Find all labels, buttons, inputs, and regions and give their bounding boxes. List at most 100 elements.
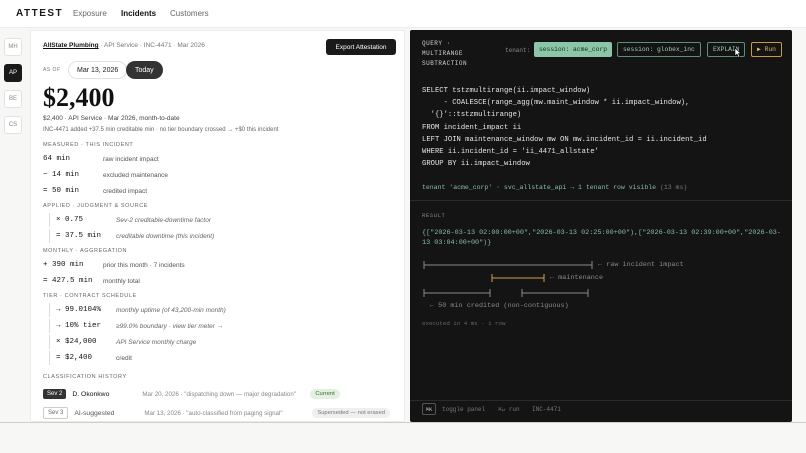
credit-amount: $2,400 — [43, 83, 115, 112]
tenant-chip-acme[interactable]: session: acme_corp — [534, 42, 613, 57]
toggle-panel-hint: toggle panel — [442, 406, 486, 413]
credited-bar-1 — [423, 289, 491, 297]
frame-divider — [0, 422, 806, 423]
query-console: QUERY · MULTIRANGE SUBTRACTION tenant: s… — [410, 30, 792, 422]
breadcrumb: AllState Plumbing · API Service · INC-44… — [43, 42, 205, 49]
export-attestation-button[interactable]: Export Attestation — [326, 39, 396, 55]
credited-label: ← 50 min credited (non-contiguous) — [430, 302, 569, 310]
classifier-name: AI-suggested — [74, 409, 115, 417]
classification-note: Mar 20, 2026 · "dispatching down — major… — [142, 390, 297, 398]
rail-item-cs[interactable]: CS — [4, 116, 22, 134]
section-tier-title: TIER · CONTRACT SCHEDULE — [43, 293, 137, 299]
monthly-row: = 427.5 min monthly total — [43, 274, 398, 288]
severity-badge: Sev 2 — [43, 389, 67, 399]
row-value: → 10% tier — [56, 322, 102, 330]
row-desc: prior this month · 7 incidents — [103, 261, 185, 269]
row-value: − 14 min — [43, 171, 80, 179]
row-value: + 390 min — [43, 261, 84, 269]
brand-logo[interactable]: ATTEST — [16, 8, 63, 19]
nav-customers[interactable]: Customers — [170, 9, 209, 18]
row-value: → 99.0104% — [56, 306, 102, 314]
sql-line: WHERE ii.incident_id = 'ii_4471_allstate… — [422, 148, 599, 157]
sql-line: SELECT tstzmultirange(ii.impact_window) — [422, 87, 591, 95]
tenant-label: tenant: — [505, 47, 531, 54]
row-desc: API Service monthly charge — [116, 338, 197, 346]
rail-item-ap[interactable]: AP — [4, 64, 22, 82]
applied-row: × 0.75 Sev-2 creditable-downtime factor — [49, 213, 398, 227]
measured-row: − 14 min excluded maintenance — [43, 168, 398, 182]
maintenance-bar — [491, 274, 545, 282]
incident-delta-note: INC-4471 added +37.5 min creditable min … — [43, 127, 279, 133]
sql-line: FROM incident_impact ii — [422, 123, 522, 132]
classification-note: Mar 13, 2026 · "auto-classified from pag… — [144, 409, 283, 417]
sql-line: - COALESCE(range_agg(mw.maint_window * i… — [422, 99, 690, 108]
query-meta: tenant 'acme_corp' · svc_allstate_api → … — [422, 184, 687, 191]
run-button[interactable]: ▶ Run — [751, 42, 782, 57]
sql-line: '{}'::tstzmultirange) — [422, 111, 522, 120]
as-of-date-picker[interactable]: Mar 13, 2026 — [68, 61, 128, 79]
credit-summary: $2,400 · API Service · Mar 2026, month-t… — [43, 115, 180, 122]
raw-impact-bar — [423, 261, 593, 269]
nav-incidents[interactable]: Incidents — [121, 9, 156, 18]
row-desc: credit — [116, 354, 132, 362]
result-value: {["2026-03-13 02:00:00+00","2026-03-13 0… — [422, 229, 781, 247]
tier-row[interactable]: → 10% tier ≥99.0% boundary · view tier m… — [49, 319, 398, 333]
row-value: 64 min — [43, 155, 71, 163]
nav-exposure[interactable]: Exposure — [73, 9, 107, 18]
customer-rail: MH AP BE CS — [4, 38, 22, 142]
monthly-row: + 390 min prior this month · 7 incidents — [43, 258, 398, 272]
query-title: QUERY · MULTIRANGE SUBTRACTION — [422, 40, 468, 67]
measured-row: = 50 min credited impact — [43, 184, 398, 198]
result-label: RESULT — [422, 212, 446, 219]
rail-item-be[interactable]: BE — [4, 90, 22, 108]
tier-meter-link[interactable]: ≥99.0% boundary · view tier meter → — [116, 323, 223, 330]
tier-row: → 99.0104% monthly uptime (of 43,200-min… — [49, 303, 398, 317]
row-value: = 427.5 min — [43, 277, 93, 285]
sql-line: GROUP BY ii.impact_window — [422, 160, 530, 169]
query-time: (13 ms) — [659, 184, 688, 191]
tenant-visibility: tenant 'acme_corp' · svc_allstate_api → … — [422, 184, 657, 191]
applied-row: = 37.5 min creditable downtime (this inc… — [49, 229, 398, 243]
today-button[interactable]: Today — [126, 61, 163, 79]
row-desc: creditable downtime (this incident) — [116, 232, 215, 240]
row-value: × $24,000 — [56, 338, 97, 346]
rail-item-mh[interactable]: MH — [4, 38, 22, 56]
classifier-name: D. Okonkwo — [72, 390, 110, 398]
status-badge: Superseded — not erased — [312, 408, 391, 418]
execution-stats: executed in 4 ms · 1 row — [422, 320, 506, 327]
row-value: = $2,400 — [56, 354, 93, 362]
row-desc: credited impact — [103, 187, 148, 195]
customer-link[interactable]: AllState Plumbing — [43, 42, 99, 49]
shortcut-key[interactable]: ⌘K — [422, 403, 436, 415]
top-nav: ATTEST Exposure Incidents Customers — [0, 0, 806, 28]
breadcrumb-rest: · API Service · INC-4471 · Mar 2026 — [100, 42, 205, 49]
row-desc: raw incident impact — [103, 155, 159, 163]
section-history-title: CLASSIFICATION HISTORY — [43, 374, 127, 380]
row-value: = 50 min — [43, 187, 80, 195]
raw-impact-label: ← raw incident impact — [598, 261, 684, 269]
sql-editor[interactable]: SELECT tstzmultirange(ii.impact_window) … — [422, 85, 707, 170]
mouse-cursor-icon — [734, 48, 742, 58]
credited-bar-2 — [521, 289, 589, 297]
severity-badge: Sev 3 — [43, 407, 69, 419]
section-measured-title: MEASURED · THIS INCIDENT — [43, 142, 134, 148]
tier-row: = $2,400 credit — [49, 351, 398, 365]
sql-line: LEFT JOIN maintenance_window mw ON mw.in… — [422, 135, 707, 144]
history-row[interactable]: Sev 3 AI-suggested Mar 13, 2026 · "auto-… — [43, 406, 398, 420]
tier-row: × $24,000 API Service monthly charge — [49, 335, 398, 349]
history-row[interactable]: Sev 2 D. Okonkwo Mar 20, 2026 · "dispatc… — [43, 387, 398, 401]
section-monthly-title: MONTHLY · AGGREGATION — [43, 248, 128, 254]
maintenance-label: ← maintenance — [550, 274, 604, 282]
incident-id-hint: INC-4471 — [532, 406, 561, 413]
as-of-label: AS OF — [43, 67, 61, 73]
tenant-chip-globex[interactable]: session: globex_inc — [617, 42, 701, 57]
row-desc: monthly uptime (of 43,200-min month) — [116, 306, 226, 314]
row-value: = 37.5 min — [56, 232, 102, 240]
run-hint: ⌘↵ run — [498, 406, 520, 413]
console-divider — [410, 200, 792, 201]
row-desc: Sev-2 creditable-downtime factor — [116, 216, 212, 224]
measured-row: 64 min raw incident impact — [43, 152, 398, 166]
attestation-panel: AllState Plumbing · API Service · INC-44… — [30, 30, 405, 422]
row-desc: excluded maintenance — [103, 171, 169, 179]
row-value: × 0.75 — [56, 216, 84, 224]
